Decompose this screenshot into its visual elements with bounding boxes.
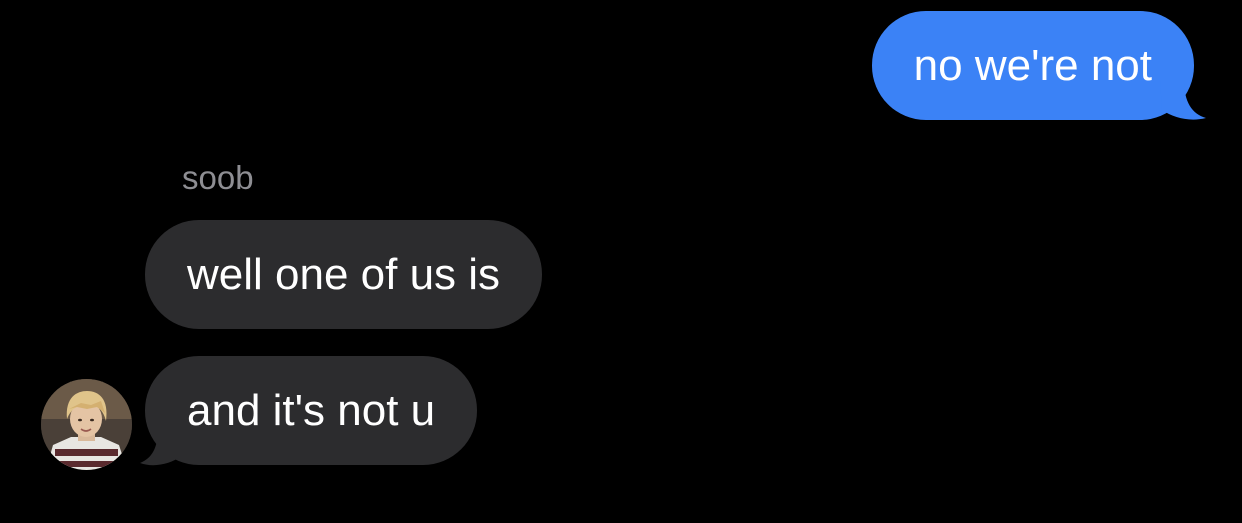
incoming-message-bubble[interactable]: well one of us is: [145, 220, 543, 329]
contact-photo-icon: [41, 379, 132, 470]
outgoing-bubble-tail: [1160, 80, 1206, 120]
message-text: and it's not u: [187, 386, 436, 435]
message-text: well one of us is: [187, 250, 501, 299]
outgoing-message-bubble[interactable]: no we're not: [871, 11, 1194, 120]
incoming-message-bubble[interactable]: and it's not u: [145, 356, 478, 465]
contact-avatar[interactable]: [41, 379, 132, 470]
message-text: no we're not: [913, 41, 1152, 90]
sender-name: soob: [182, 159, 254, 196]
incoming-bubble-tail: [140, 428, 182, 466]
